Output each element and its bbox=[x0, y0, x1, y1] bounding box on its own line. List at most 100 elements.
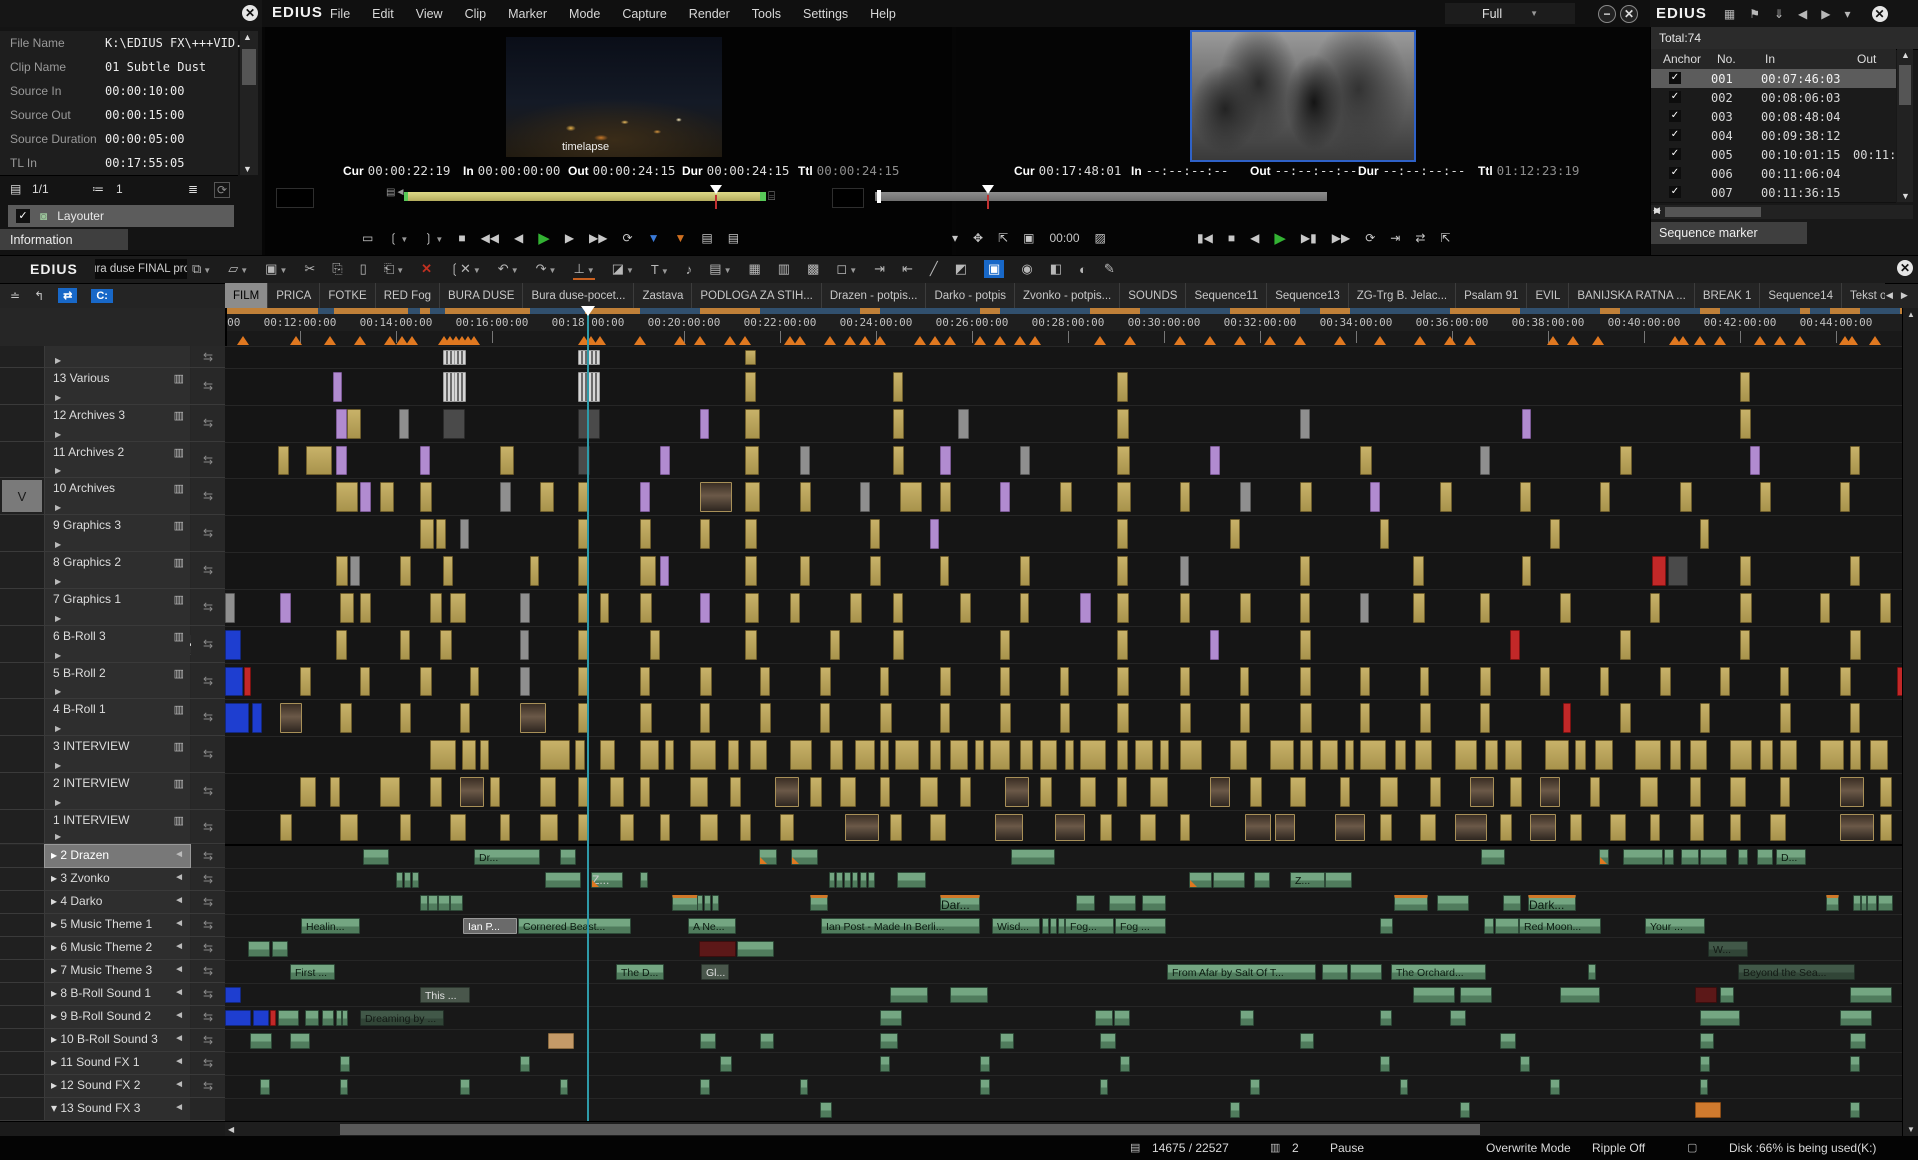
clip[interactable] bbox=[1117, 556, 1128, 586]
clip[interactable] bbox=[253, 1010, 269, 1026]
clip[interactable] bbox=[1011, 849, 1055, 865]
clip[interactable] bbox=[1740, 409, 1751, 439]
clip[interactable] bbox=[1117, 777, 1127, 807]
clip[interactable] bbox=[1575, 740, 1586, 770]
clip[interactable] bbox=[225, 703, 249, 733]
clip[interactable] bbox=[380, 777, 400, 807]
clip[interactable] bbox=[820, 667, 831, 696]
clip[interactable] bbox=[1700, 1010, 1740, 1026]
clip[interactable]: Beyond the Sea... bbox=[1738, 964, 1855, 980]
track-lane-7-music-theme-3[interactable]: First ...The D...Gl...From Afar by Salt … bbox=[225, 960, 1902, 983]
patch-icon[interactable]: ⇆ bbox=[191, 699, 225, 735]
clip[interactable] bbox=[380, 482, 394, 512]
marker-button[interactable]: ▼ bbox=[674, 231, 686, 245]
marker-row[interactable]: ✓00500:10:01:1500:11:0 bbox=[1651, 145, 1896, 165]
expand-icon[interactable]: ▶ bbox=[55, 724, 61, 733]
clip[interactable] bbox=[500, 446, 514, 475]
clip[interactable] bbox=[1550, 1079, 1560, 1095]
timeline-marker-icon[interactable] bbox=[674, 336, 686, 345]
clip[interactable] bbox=[438, 895, 450, 911]
track-name-cell[interactable]: ▸ 5 Music Theme 1◄ bbox=[45, 914, 190, 936]
track-name-cell[interactable]: 7 Graphics 1▶▥ bbox=[45, 589, 190, 625]
patch-icon[interactable]: ⇆ bbox=[191, 405, 225, 441]
copy-icon[interactable]: ⎘ bbox=[332, 261, 342, 277]
clip[interactable] bbox=[1000, 1033, 1014, 1049]
clip[interactable] bbox=[920, 777, 938, 807]
clip[interactable] bbox=[1360, 593, 1369, 623]
clip[interactable] bbox=[640, 872, 648, 888]
clip[interactable]: Wisd... bbox=[992, 918, 1040, 934]
clip[interactable] bbox=[750, 740, 767, 770]
clip[interactable] bbox=[1880, 593, 1891, 623]
export-button[interactable]: ⇱ bbox=[998, 231, 1008, 245]
mark-out-button[interactable]: ❳▼ bbox=[423, 231, 443, 245]
clip[interactable] bbox=[1117, 519, 1128, 549]
clip[interactable]: Gl... bbox=[701, 964, 729, 980]
patch-icon[interactable]: ⇆ bbox=[191, 1006, 225, 1028]
clip[interactable] bbox=[1635, 740, 1661, 770]
display-mode-icon[interactable]: ▭ bbox=[362, 231, 373, 245]
clip[interactable] bbox=[1109, 895, 1136, 911]
clip[interactable] bbox=[1563, 703, 1571, 733]
prev-marker-button[interactable]: ◀ bbox=[1798, 7, 1807, 21]
clip[interactable] bbox=[540, 814, 558, 841]
clip[interactable] bbox=[1300, 556, 1310, 586]
marker-list-icon[interactable]: ≐ bbox=[10, 289, 20, 303]
clip[interactable] bbox=[1670, 740, 1681, 770]
clip[interactable] bbox=[1522, 409, 1531, 439]
timeline-marker-icon[interactable] bbox=[1264, 336, 1276, 345]
clip[interactable] bbox=[1590, 777, 1600, 807]
clip[interactable] bbox=[1850, 987, 1892, 1003]
clip[interactable]: Dr... bbox=[474, 849, 540, 865]
clip[interactable] bbox=[700, 667, 712, 696]
clip[interactable] bbox=[880, 1033, 898, 1049]
clip[interactable] bbox=[855, 740, 875, 770]
clip[interactable] bbox=[990, 740, 1010, 770]
track-name-cell[interactable]: ▸ 4 Darko◄ bbox=[45, 891, 190, 913]
track-name-cell[interactable]: ▸ 8 B-Roll Sound 1◄ bbox=[45, 983, 190, 1005]
clip[interactable] bbox=[1240, 1010, 1254, 1026]
clip[interactable] bbox=[270, 1010, 276, 1026]
clip[interactable] bbox=[1040, 777, 1052, 807]
tab-zastava[interactable]: Zastava bbox=[634, 283, 692, 308]
scroll-right-icon[interactable]: ▶ bbox=[1654, 205, 1911, 216]
clip[interactable] bbox=[1600, 667, 1609, 696]
menu-item-capture[interactable]: Capture bbox=[622, 7, 666, 21]
clip[interactable] bbox=[1522, 556, 1531, 586]
clip[interactable] bbox=[1322, 964, 1348, 980]
track-header-3-interview[interactable]: 3 INTERVIEW▶▥⇆ bbox=[0, 736, 225, 773]
clip[interactable] bbox=[745, 593, 759, 623]
clip[interactable] bbox=[225, 1010, 251, 1026]
clip[interactable] bbox=[1189, 872, 1212, 888]
clip[interactable] bbox=[1340, 777, 1350, 807]
clip[interactable] bbox=[1850, 446, 1860, 475]
clip[interactable] bbox=[578, 409, 600, 439]
clip[interactable] bbox=[1180, 667, 1190, 696]
clip[interactable] bbox=[300, 667, 311, 696]
timeline-marker-icon[interactable] bbox=[1374, 336, 1386, 345]
timeline-marker-icon[interactable] bbox=[944, 336, 956, 345]
clip[interactable]: Healin... bbox=[301, 918, 360, 934]
clip[interactable] bbox=[333, 372, 342, 402]
clip[interactable] bbox=[1095, 1010, 1113, 1026]
tab-prica[interactable]: PRICA bbox=[268, 283, 320, 308]
patch-icon[interactable]: ⇆ bbox=[191, 626, 225, 662]
view-mode-dropdown[interactable]: Full ▼ bbox=[1445, 3, 1575, 24]
clip[interactable] bbox=[1440, 482, 1452, 512]
tab-zvonko-potpis-[interactable]: Zvonko - potpis... bbox=[1015, 283, 1120, 308]
clip[interactable] bbox=[730, 777, 741, 807]
mark-in-button[interactable]: ❲▼ bbox=[388, 231, 408, 245]
timeline-marker-icon[interactable] bbox=[859, 336, 871, 345]
marker-row[interactable]: ✓00200:08:06:03 bbox=[1651, 88, 1896, 108]
clip[interactable] bbox=[1180, 740, 1202, 770]
clip[interactable] bbox=[400, 703, 411, 733]
clip[interactable] bbox=[640, 740, 659, 770]
checkbox-checked-icon[interactable]: ✓ bbox=[16, 209, 30, 223]
clip[interactable] bbox=[1005, 777, 1029, 807]
tab-sequence13[interactable]: Sequence13 bbox=[1267, 283, 1349, 308]
clip[interactable] bbox=[1290, 777, 1306, 807]
clip[interactable] bbox=[844, 872, 851, 888]
clip[interactable] bbox=[745, 482, 760, 512]
clip[interactable] bbox=[1245, 814, 1271, 841]
clip[interactable] bbox=[1117, 482, 1131, 512]
